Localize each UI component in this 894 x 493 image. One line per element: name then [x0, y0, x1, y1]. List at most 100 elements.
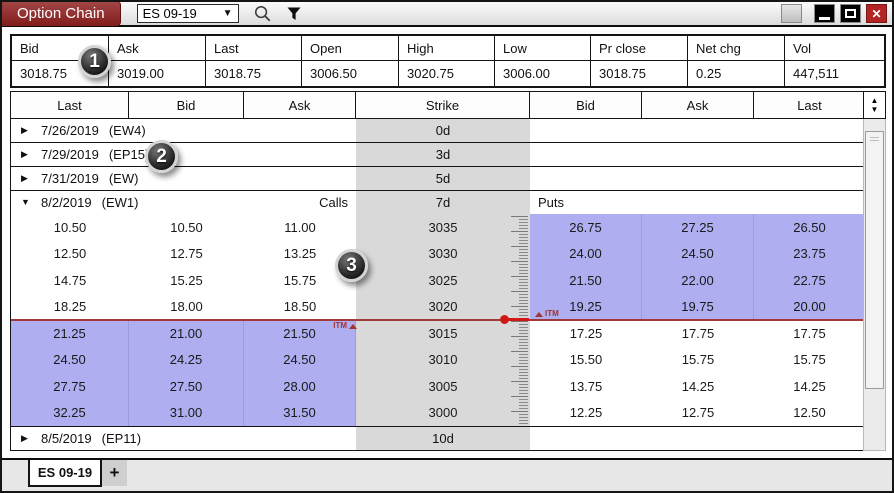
scroll-arrows: ▲ ▼ [863, 91, 886, 119]
put-last-cell[interactable]: 12.50 [754, 400, 865, 427]
put-last-cell[interactable]: 23.75 [754, 241, 865, 268]
put-ask-cell[interactable]: 15.75 [642, 347, 754, 374]
call-last-cell[interactable]: 27.75 [11, 373, 129, 400]
put-last-cell[interactable]: 15.75 [754, 347, 865, 374]
symbol-dropdown[interactable]: ES 09-19 ▼ [137, 4, 239, 23]
put-last-cell[interactable]: 17.75 [754, 320, 865, 347]
call-bid-cell[interactable]: 31.00 [129, 400, 244, 427]
put-bid-cell[interactable]: 12.25 [530, 400, 642, 427]
put-ask-cell[interactable]: 19.75 [642, 294, 754, 321]
maximize-button[interactable] [840, 4, 861, 23]
expiration-row-7-29-2019[interactable]: ▶7/29/2019(EP15)3d [10, 142, 864, 167]
itm-triangle-icon [535, 312, 543, 317]
call-bid-cell[interactable]: 24.25 [129, 347, 244, 374]
annotation-badge-2: 2 [145, 140, 178, 173]
call-last-cell[interactable]: 18.25 [11, 294, 129, 321]
vertical-scrollbar[interactable]: ▲ ▼ [864, 91, 886, 451]
put-last-cell[interactable]: 22.75 [754, 267, 865, 294]
option-row-3020: 18.2518.0018.50302019.2519.7520.00 [11, 294, 863, 321]
minimize-button[interactable] [814, 4, 835, 23]
filter-icon[interactable] [286, 6, 302, 22]
days-to-expiry-10d: 10d [356, 427, 530, 450]
put-last-cell[interactable]: 26.50 [754, 214, 865, 241]
call-last-cell[interactable]: 14.75 [11, 267, 129, 294]
titlebar: Option Chain ES 09-19 ▼ ✕ [2, 2, 892, 27]
put-ask-cell[interactable]: 24.50 [642, 241, 754, 268]
itm-label-calls: ITM [333, 322, 347, 330]
quote-value-vol: 447,511 [785, 61, 884, 86]
put-bid-cell[interactable]: 26.75 [530, 214, 642, 241]
expand-arrow-icon: ▶ [21, 126, 33, 135]
chain-main: LastBidAskStrikeBidAskLast ▶7/26/2019(EW… [10, 91, 864, 451]
close-button[interactable]: ✕ [866, 4, 887, 23]
days-to-expiry-7d: 7d [356, 191, 530, 214]
scroll-up-button[interactable]: ▲ [871, 97, 879, 105]
put-bid-cell[interactable]: 24.00 [530, 241, 642, 268]
call-bid-cell[interactable]: 27.50 [129, 373, 244, 400]
add-tab-button[interactable]: + [102, 460, 127, 486]
itm-marker-calls: ITM [261, 322, 357, 330]
put-ask-cell[interactable]: 12.75 [642, 400, 754, 427]
put-bid-cell[interactable]: 21.50 [530, 267, 642, 294]
call-ask-cell[interactable]: 31.50 [244, 400, 356, 427]
quote-label-pr-close: Pr close [591, 36, 688, 60]
option-chain-table: LastBidAskStrikeBidAskLast ▶7/26/2019(EW… [10, 91, 886, 451]
expiration-row-8-2-2019[interactable]: ▼8/2/2019(EW1)Calls7dPuts [10, 190, 864, 215]
put-bid-cell[interactable]: 17.25 [530, 320, 642, 347]
last-price-line [11, 319, 863, 321]
call-last-cell[interactable]: 24.50 [11, 347, 129, 374]
quote-label-ask: Ask [109, 36, 206, 60]
call-ask-cell[interactable]: 11.00 [244, 214, 356, 241]
expand-arrow-icon: ▶ [21, 150, 33, 159]
scrollbar-thumb[interactable] [865, 131, 884, 389]
put-ask-cell[interactable]: 14.25 [642, 373, 754, 400]
quote-label-vol: Vol [785, 36, 884, 60]
expiration-code: (EP11) [102, 431, 142, 446]
put-last-cell[interactable]: 14.25 [754, 373, 865, 400]
days-to-expiry-5d: 5d [356, 167, 530, 190]
call-last-cell[interactable]: 32.25 [11, 400, 129, 427]
call-ask-cell[interactable]: 24.50 [244, 347, 356, 374]
scroll-down-button[interactable]: ▼ [871, 106, 879, 114]
column-header-bid-1: Bid [129, 92, 244, 118]
search-icon[interactable] [253, 4, 272, 23]
maximize-icon [845, 9, 856, 18]
call-bid-cell[interactable]: 15.25 [129, 267, 244, 294]
put-ask-cell[interactable]: 27.25 [642, 214, 754, 241]
option-row-3025: 14.7515.2515.75302521.5022.0022.75 [11, 267, 863, 294]
call-ask-cell[interactable]: 18.50 [244, 294, 356, 321]
option-chain-window: Option Chain ES 09-19 ▼ ✕ BidAskLastOpen… [0, 0, 894, 493]
put-bid-cell[interactable]: 13.75 [530, 373, 642, 400]
put-ask-cell[interactable]: 22.00 [642, 267, 754, 294]
expiration-row-7-31-2019[interactable]: ▶7/31/2019(EW)5d [10, 166, 864, 191]
call-last-cell[interactable]: 21.25 [11, 320, 129, 347]
put-bid-cell[interactable]: 15.50 [530, 347, 642, 374]
close-icon: ✕ [871, 7, 881, 21]
chain-header-row: LastBidAskStrikeBidAskLast [10, 91, 864, 119]
scrollbar-track[interactable] [863, 119, 886, 451]
window-blank-button[interactable] [781, 4, 802, 23]
column-header-last-6: Last [754, 92, 865, 118]
call-bid-cell[interactable]: 21.00 [129, 320, 244, 347]
tab-es-09-19[interactable]: ES 09-19 [28, 460, 102, 487]
expiration-row-7-26-2019[interactable]: ▶7/26/2019(EW4)0d [10, 118, 864, 143]
quote-label-open: Open [302, 36, 399, 60]
tab-bar: ES 09-19 + [2, 458, 892, 491]
quote-value-last: 3018.75 [206, 61, 302, 86]
option-row-3015: 21.2521.0021.50301517.2517.7517.75 [11, 320, 863, 347]
quote-labels: BidAskLastOpenHighLowPr closeNet chgVol [12, 36, 884, 61]
expiration-code: (EW1) [102, 195, 139, 210]
expiration-code: (EP15) [109, 147, 149, 162]
call-last-cell[interactable]: 12.50 [11, 241, 129, 268]
quote-panel: BidAskLastOpenHighLowPr closeNet chgVol … [10, 34, 886, 88]
call-last-cell[interactable]: 10.50 [11, 214, 129, 241]
call-bid-cell[interactable]: 10.50 [129, 214, 244, 241]
expiration-row-8-5-2019[interactable]: ▶8/5/2019(EP11)10d [10, 426, 864, 451]
call-ask-cell[interactable]: 28.00 [244, 373, 356, 400]
put-last-cell[interactable]: 20.00 [754, 294, 865, 321]
call-bid-cell[interactable]: 18.00 [129, 294, 244, 321]
option-row-3000: 32.2531.0031.50300012.2512.7512.50 [11, 400, 863, 427]
put-ask-cell[interactable]: 17.75 [642, 320, 754, 347]
call-bid-cell[interactable]: 12.75 [129, 241, 244, 268]
window-controls: ✕ [781, 4, 887, 23]
